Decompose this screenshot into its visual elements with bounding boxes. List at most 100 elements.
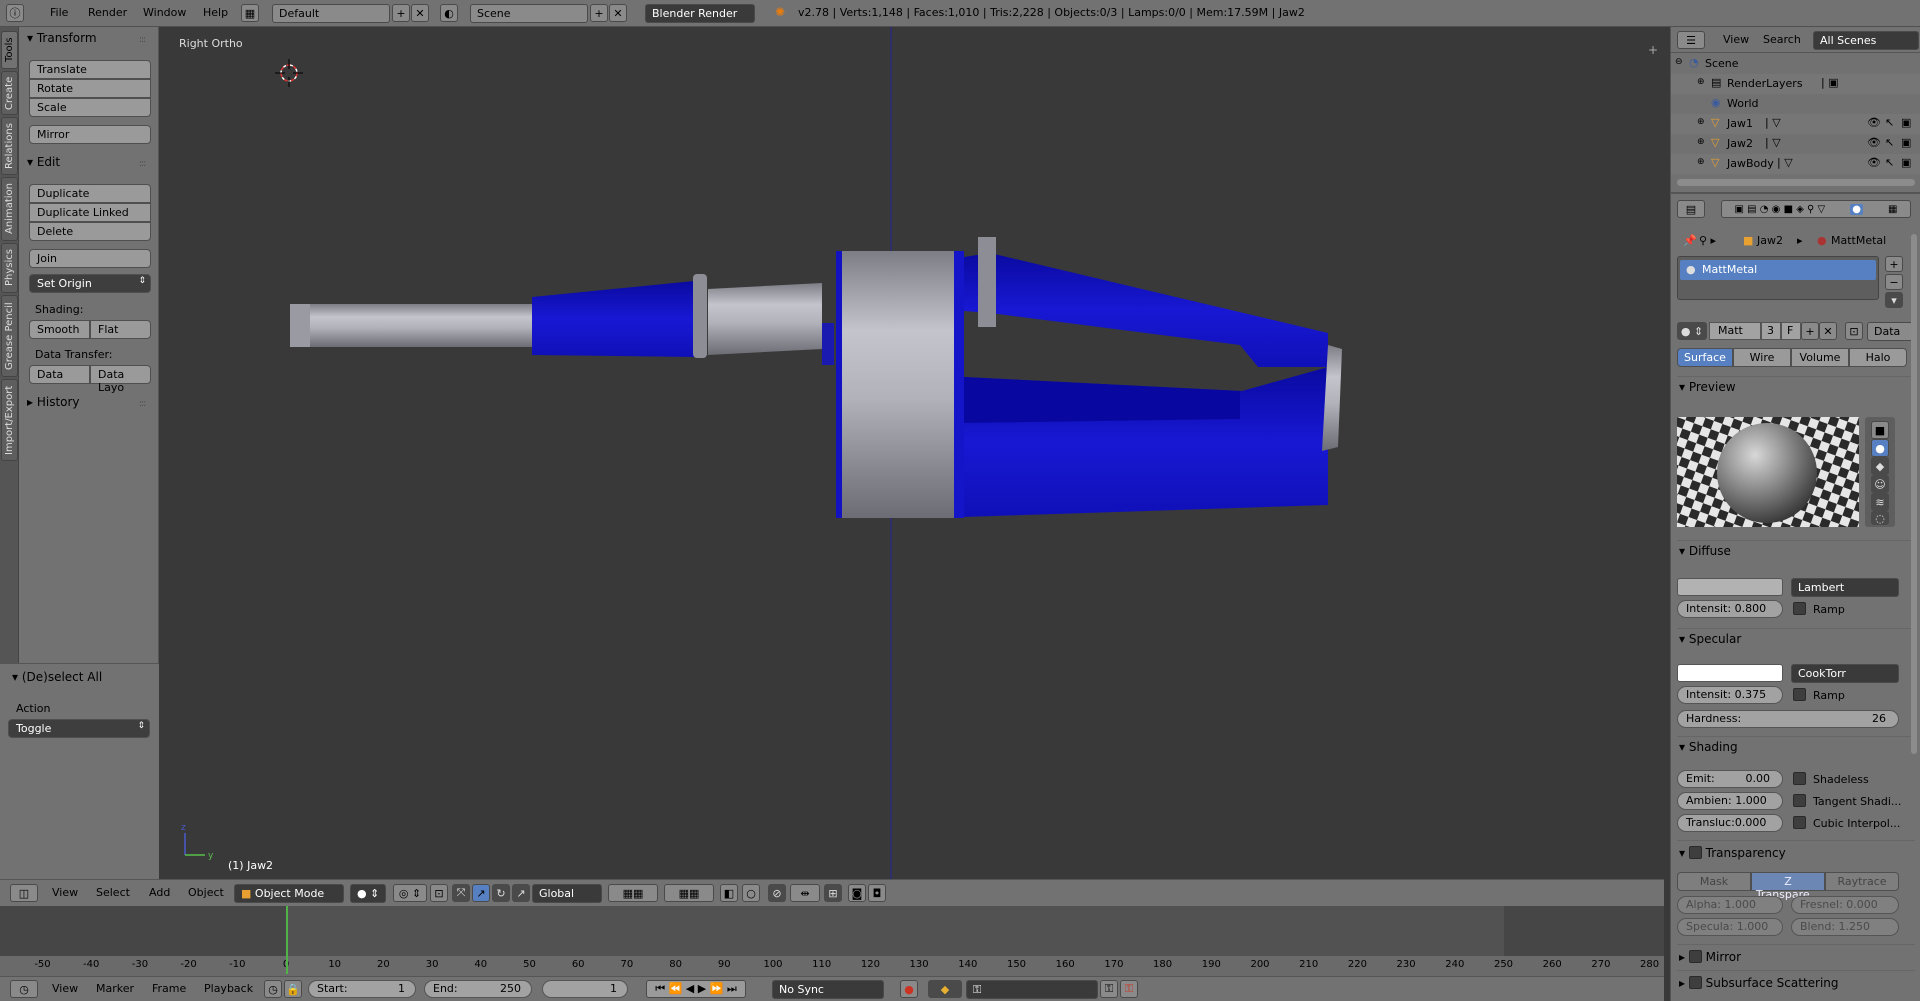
preview-plane-icon[interactable]: ■: [1871, 421, 1889, 439]
delete-button[interactable]: Delete: [29, 222, 151, 241]
expand-icon[interactable]: ⊕: [1697, 77, 1705, 87]
add-slot-icon[interactable]: +: [1885, 256, 1903, 272]
preview-panel-header[interactable]: ▾ Preview: [1679, 380, 1736, 394]
outliner-scrollbar[interactable]: [1677, 179, 1915, 186]
menu-frame[interactable]: Frame: [152, 982, 186, 995]
sss-panel-header[interactable]: ▸ Subsurface Scattering: [1679, 974, 1839, 990]
drag-grip-icon[interactable]: :::: [139, 159, 149, 169]
record-icon[interactable]: ●: [900, 980, 918, 998]
alpha-field[interactable]: Alpha: 1.000: [1677, 896, 1783, 914]
visibility-eye-icon[interactable]: 👁: [1867, 136, 1881, 149]
add-scene-icon[interactable]: +: [590, 4, 608, 22]
menu-file[interactable]: File: [50, 6, 68, 19]
mirror-checkbox[interactable]: [1688, 950, 1702, 963]
trans-raytrace-button[interactable]: Raytrace: [1825, 872, 1899, 891]
menu-add[interactable]: Add: [149, 886, 170, 899]
history-panel-header[interactable]: ▸ History: [27, 395, 80, 409]
new-material-icon[interactable]: +: [1801, 322, 1819, 340]
diffuse-color-swatch[interactable]: [1677, 578, 1783, 596]
layers-icon[interactable]: ▦▦: [608, 884, 658, 902]
mode-dropdown[interactable]: ■ Object Mode: [234, 884, 344, 903]
render-camera-icon[interactable]: ▣: [1901, 116, 1911, 129]
shading-panel-header[interactable]: ▾ Shading: [1679, 740, 1738, 754]
diffuse-intensity-slider[interactable]: Intensit: 0.800: [1677, 600, 1783, 618]
menu-render[interactable]: Render: [88, 6, 127, 19]
fresnel-field[interactable]: Fresnel: 0.000: [1791, 896, 1899, 914]
visibility-eye-icon[interactable]: 👁: [1867, 156, 1881, 169]
editor-type-icon[interactable]: ◫: [10, 884, 38, 902]
slot-menu-icon[interactable]: ▾: [1885, 292, 1903, 308]
specular-color-swatch[interactable]: [1677, 664, 1783, 682]
tab-halo[interactable]: Halo: [1849, 348, 1907, 367]
select-arrow-icon[interactable]: ↖: [1885, 116, 1894, 129]
rotate-widget-icon[interactable]: ↻: [492, 884, 510, 902]
mirror-panel-header[interactable]: ▸ Mirror: [1679, 948, 1741, 964]
orientation-dropdown[interactable]: Global: [532, 884, 602, 903]
transluc-field[interactable]: Transluc:0.000: [1677, 814, 1783, 832]
preview-sphere-icon[interactable]: ●: [1871, 439, 1889, 457]
menu-object[interactable]: Object: [188, 886, 224, 899]
trans-ztransparency-button[interactable]: Z Transpare...: [1751, 872, 1825, 901]
unlink-material-icon[interactable]: ✕: [1819, 322, 1837, 340]
specular-intensity-slider[interactable]: Intensit: 0.375: [1677, 686, 1783, 704]
drag-grip-icon[interactable]: :::: [139, 399, 149, 409]
duplicate-linked-button[interactable]: Duplicate Linked: [29, 203, 151, 222]
preview-sky-icon[interactable]: ◌: [1871, 511, 1889, 525]
shadeless-checkbox[interactable]: [1793, 772, 1806, 785]
menu-view[interactable]: View: [52, 886, 78, 899]
expand-icon[interactable]: ⊕: [1697, 157, 1705, 167]
duplicate-button[interactable]: Duplicate: [29, 184, 151, 203]
render-icon[interactable]: ◙: [848, 884, 866, 902]
pin-icon[interactable]: 📌: [1683, 234, 1697, 247]
operator-panel-header[interactable]: ▾ (De)select All: [12, 670, 102, 684]
layout-icon[interactable]: ▦: [241, 4, 259, 22]
fake-user-toggle[interactable]: F: [1781, 322, 1801, 340]
data-layout-button[interactable]: Data Layo: [90, 365, 151, 394]
sync-dropdown[interactable]: No Sync: [772, 980, 884, 999]
layers-icon[interactable]: ▦▦: [664, 884, 714, 902]
menu-playback[interactable]: Playback: [204, 982, 253, 995]
ambient-field[interactable]: Ambien: 1.000: [1677, 792, 1783, 810]
remove-layout-icon[interactable]: ✕: [411, 4, 429, 22]
tab-import-export[interactable]: Import/Export: [1, 379, 18, 461]
emit-field[interactable]: Emit: 0.00: [1677, 770, 1783, 788]
flat-button[interactable]: Flat: [90, 320, 151, 339]
tab-grease-pencil[interactable]: Grease Pencil: [1, 295, 18, 377]
outliner-row-renderlayers[interactable]: ⊕ ▤ RenderLayers | ▣: [1671, 74, 1920, 94]
node-icon[interactable]: ⊡: [1845, 322, 1863, 340]
material-users-count[interactable]: 3: [1761, 322, 1781, 340]
select-arrow-icon[interactable]: ↖: [1885, 136, 1894, 149]
delete-keyframe-icon[interactable]: ⚿: [1120, 980, 1138, 998]
viewport-scene[interactable]: z y: [160, 27, 1664, 879]
hardness-field[interactable]: Hardness: 26: [1677, 710, 1899, 728]
scale-button[interactable]: Scale: [29, 98, 151, 117]
snap-icon[interactable]: ⊘: [768, 884, 786, 902]
cubic-checkbox[interactable]: [1793, 816, 1806, 829]
render-camera-icon[interactable]: ▣: [1901, 156, 1911, 169]
rotate-button[interactable]: Rotate: [29, 79, 151, 98]
expand-icon[interactable]: ⊕: [1697, 137, 1705, 147]
properties-scrollbar[interactable]: [1911, 234, 1917, 754]
menu-marker[interactable]: Marker: [96, 982, 134, 995]
current-frame-cursor[interactable]: [286, 906, 288, 974]
manipulator-icon[interactable]: ⊡: [430, 884, 448, 902]
end-frame-field[interactable]: End: 250: [424, 980, 532, 998]
editor-type-icon[interactable]: ▤: [1677, 200, 1705, 218]
outliner-row-jaw2[interactable]: ⊕ ▽ Jaw2 | ▽ 👁 ↖ ▣: [1671, 134, 1920, 154]
tab-volume[interactable]: Volume: [1791, 348, 1849, 367]
tangent-checkbox[interactable]: [1793, 794, 1806, 807]
outliner-menu-view[interactable]: View: [1723, 33, 1749, 46]
mirror-button[interactable]: Mirror: [29, 125, 151, 144]
outliner-row-scene[interactable]: ⊖ ◔ Scene: [1671, 54, 1920, 74]
shading-dropdown[interactable]: ● ⇕: [350, 884, 386, 903]
outliner-row-world[interactable]: ◉ World: [1671, 94, 1920, 114]
blend-field[interactable]: Blend: 1.250: [1791, 918, 1899, 936]
specula-field[interactable]: Specula: 1.000: [1677, 918, 1783, 936]
diffuse-shader-dropdown[interactable]: Lambert: [1791, 578, 1899, 597]
preview-cube-icon[interactable]: ◆: [1871, 457, 1889, 475]
tab-wire[interactable]: Wire: [1733, 348, 1791, 367]
lock-range-icon[interactable]: 🔒: [284, 980, 302, 998]
scale-widget-icon[interactable]: ↗: [512, 884, 530, 902]
render-engine-dropdown[interactable]: Blender Render: [645, 4, 755, 23]
viewport-plus-icon[interactable]: +: [1648, 43, 1658, 57]
